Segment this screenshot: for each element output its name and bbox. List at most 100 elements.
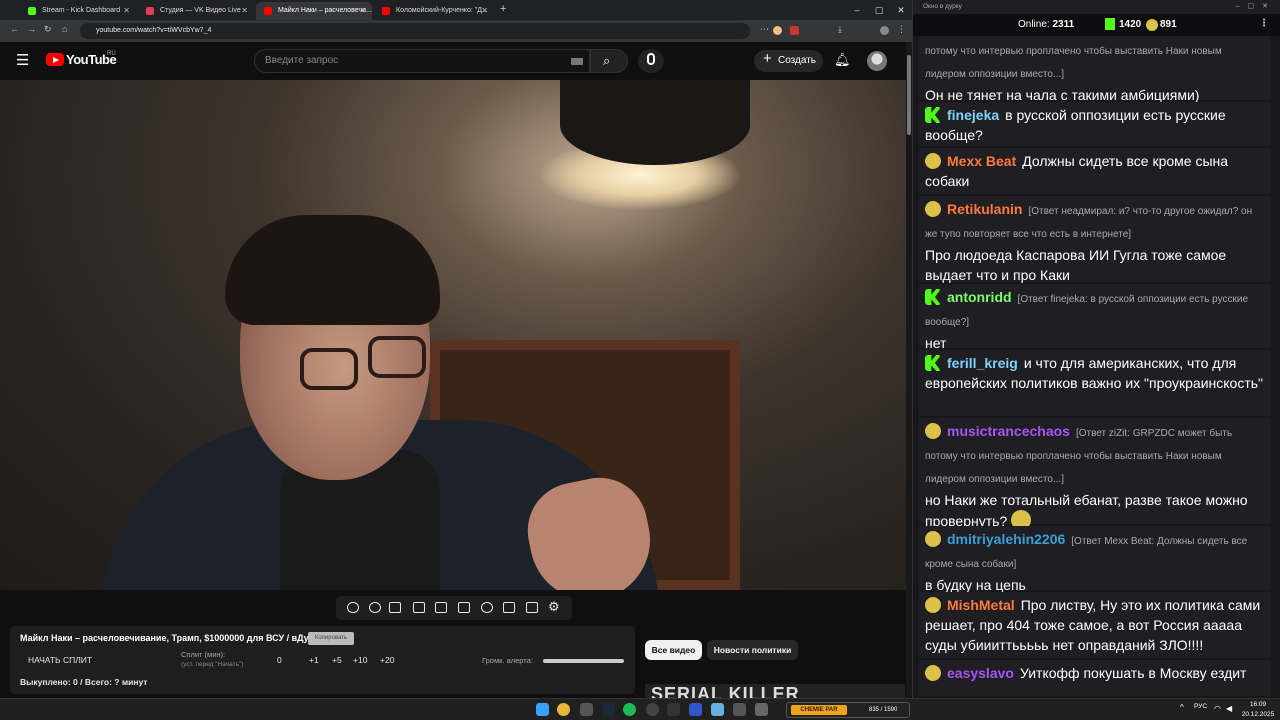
windows-taskbar: CHEMIE PAR 835 / 1590 ^ РУС ◠ ◀ 16:09 20…	[0, 698, 1280, 720]
extensions-icon[interactable]: ⋯	[760, 24, 769, 35]
forward-icon[interactable]: →	[27, 24, 36, 34]
extension-icon[interactable]	[773, 26, 782, 35]
alert-volume-slider[interactable]	[543, 659, 624, 663]
maximize-button[interactable]: ▢	[868, 0, 890, 20]
extension-icon[interactable]	[790, 26, 799, 35]
back-icon[interactable]: ←	[10, 24, 19, 34]
split-add-20-button[interactable]: +20	[380, 655, 394, 665]
other-viewer-value: 891	[1160, 19, 1177, 30]
broadcast-icon[interactable]	[369, 602, 381, 613]
kick-viewer-value: 1420	[1119, 19, 1142, 30]
tab-vk-studio[interactable]: Студия — VK Видео Live ✕	[138, 2, 254, 20]
chat-message: finejeka в русской оппозиции есть русские…	[919, 102, 1271, 146]
chrome-icon[interactable]	[557, 703, 570, 716]
tab-kick-dashboard[interactable]: Stream - Kick Dashboard ✕	[20, 2, 136, 20]
split-value-0[interactable]: 0	[277, 655, 282, 665]
profile-icon[interactable]	[880, 26, 889, 35]
spotify-icon[interactable]	[623, 703, 636, 716]
app-icon[interactable]	[667, 703, 680, 716]
start-menu-icon[interactable]	[536, 703, 549, 716]
voice-search-button[interactable]	[638, 49, 664, 73]
video-player[interactable]	[0, 80, 906, 590]
online-counter: Online: 2311	[1018, 19, 1074, 30]
app-icon[interactable]	[711, 703, 724, 716]
chip-all-videos[interactable]: Все видео	[645, 640, 702, 660]
theater-icon[interactable]	[458, 602, 470, 613]
create-button[interactable]: Создать	[754, 48, 823, 72]
chat-window: Окно в дурку –▢✕ Online: 2311 1420 891 ⋮…	[912, 0, 1280, 698]
chat-username[interactable]: ferill_kreig	[947, 355, 1018, 371]
scrollbar-thumb[interactable]	[907, 55, 911, 135]
online-label: Online:	[1018, 19, 1050, 30]
app-icon[interactable]	[733, 703, 746, 716]
film-icon[interactable]	[413, 602, 425, 613]
chat-username[interactable]: Mexx Beat	[947, 153, 1016, 169]
message-text: но Наки же тотальный ебанат, разве такое…	[925, 490, 1265, 531]
microphone-icon	[647, 53, 655, 65]
chat-username[interactable]: MishMetal	[947, 597, 1015, 613]
split-add-10-button[interactable]: +10	[353, 655, 367, 665]
steam-icon[interactable]	[602, 703, 615, 716]
download-icon[interactable]: ⤓	[838, 24, 842, 35]
speed-icon[interactable]	[389, 602, 401, 613]
split-label: Сплит (мин):	[181, 650, 226, 659]
home-icon[interactable]: ⌂	[62, 24, 67, 34]
youtube-logo-icon[interactable]	[46, 53, 64, 66]
copy-button[interactable]: Копировать	[308, 632, 354, 645]
chat-username[interactable]: antonridd	[947, 289, 1012, 305]
tab-youtube-naki[interactable]: Майкл Наки – расчеловечи... ✕	[256, 2, 372, 20]
split-add-5-button[interactable]: +5	[332, 655, 342, 665]
menu-dots-icon[interactable]: ⋮	[897, 24, 906, 35]
hamburger-menu-icon[interactable]: ☰	[16, 51, 29, 69]
pepe-badge-icon	[925, 153, 941, 169]
chat-menu-icon[interactable]: ⋮	[1259, 18, 1269, 29]
url-field[interactable]: youtube.com/watch?v=tiWVcbYw7_4	[80, 23, 750, 39]
new-tab-button[interactable]: +	[500, 3, 506, 15]
recommended-thumbnail[interactable]: SERIAL KILLER	[645, 684, 905, 698]
settings-gear-icon[interactable]: ⚙	[548, 599, 560, 615]
screenshot-icon[interactable]	[526, 602, 538, 613]
gauge-icon[interactable]	[481, 602, 493, 613]
chat-message: потому что интервью проплачено чтобы выс…	[919, 36, 1271, 103]
search-input[interactable]: Введите запрос	[254, 49, 590, 73]
volume-icon[interactable]: ◀	[1226, 704, 1232, 713]
search-button[interactable]: ⌕	[590, 49, 628, 73]
app-icon[interactable]	[580, 703, 593, 716]
chat-username[interactable]: easyslavo	[947, 665, 1014, 681]
add-bookmark-icon[interactable]	[503, 602, 515, 613]
start-split-button[interactable]: НАЧАТЬ СПЛИТ	[28, 655, 92, 665]
chat-username[interactable]: Retikulanin	[947, 201, 1022, 217]
input-language[interactable]: РУС	[1194, 703, 1207, 710]
obs-icon[interactable]	[646, 703, 659, 716]
chat-username[interactable]: finejeka	[947, 107, 999, 123]
chip-politics-news[interactable]: Новости политики	[707, 640, 798, 660]
wifi-icon[interactable]: ◠	[1214, 704, 1221, 713]
game-tracker-widget[interactable]: CHEMIE PAR 835 / 1590	[786, 702, 910, 718]
close-tab-icon[interactable]: ✕	[359, 2, 366, 20]
reload-icon[interactable]: ↻	[44, 24, 52, 35]
chat-username[interactable]: dmitriyalehin2206	[947, 531, 1065, 547]
picture-in-picture-icon[interactable]	[435, 602, 447, 613]
chat-username[interactable]: musictrancechaos	[947, 423, 1070, 439]
tray-chevron-icon[interactable]: ^	[1180, 703, 1184, 712]
close-window-button[interactable]: ✕	[890, 0, 912, 20]
avatar[interactable]	[867, 51, 887, 71]
app-icon[interactable]	[755, 703, 768, 716]
close-tab-icon[interactable]: ✕	[241, 2, 248, 20]
close-tab-icon[interactable]: ✕	[123, 2, 130, 20]
loop-icon[interactable]	[347, 602, 359, 613]
close-tab-icon[interactable]: ✕	[481, 2, 488, 20]
player-icon[interactable]	[689, 703, 702, 716]
chat-window-title: Окно в дурку	[913, 0, 1280, 14]
tab-title: Stream - Kick Dashboard	[42, 7, 121, 14]
chat-message: easyslavo Уиткофф покушать в Москву ездит	[919, 660, 1271, 696]
split-add-1-button[interactable]: +1	[309, 655, 319, 665]
kick-platform-icon	[925, 289, 941, 305]
chat-window-controls[interactable]: –▢✕	[1236, 0, 1276, 14]
chat-message: antonridd [Ответ finejeka: в русской оппо…	[919, 284, 1271, 351]
system-clock[interactable]: 16:09 20.12.2025	[1240, 700, 1276, 720]
minimize-button[interactable]: –	[846, 0, 868, 20]
tab-youtube-kolomoisky[interactable]: Коломойский-Курченко: "Д... ✕	[374, 2, 494, 20]
keyboard-icon[interactable]	[571, 58, 583, 65]
notifications-bell-icon[interactable]: 🔔︎	[834, 52, 851, 70]
